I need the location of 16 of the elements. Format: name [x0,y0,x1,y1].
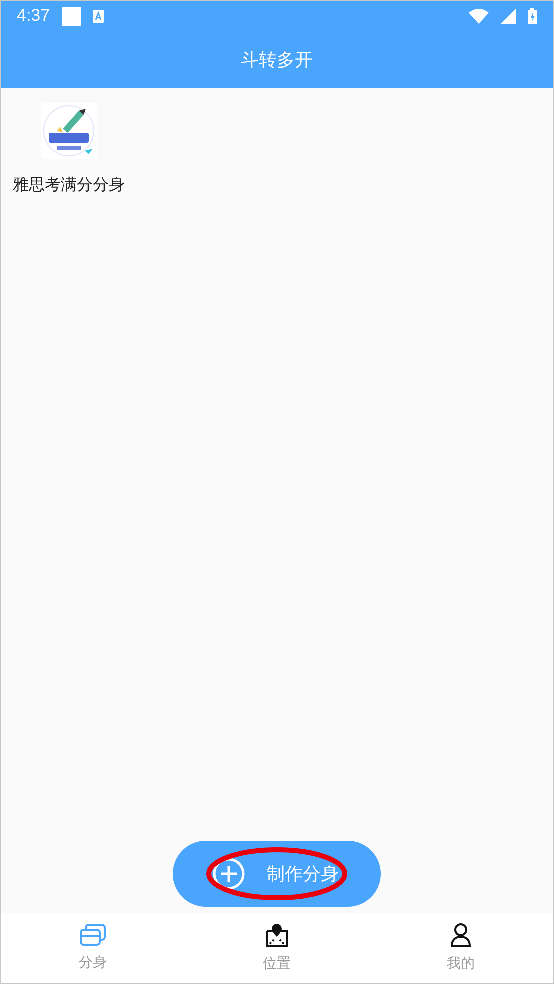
keyboard-icon [93,10,104,22]
square-icon [62,6,82,26]
nav-tab[interactable]: 我的 [369,913,553,983]
app-icon[interactable] [41,103,97,159]
app-label: 雅思考满分分身 [13,175,125,196]
person-icon [450,923,472,947]
signal-icon [501,8,516,24]
wifi-icon [469,8,489,24]
cards-icon [80,924,106,946]
map-pin-icon [265,923,289,947]
plus-circle-icon [213,858,245,890]
nav-tab[interactable]: 分身 [1,913,185,983]
app-title: 斗转多开 [241,48,313,72]
nav-tab[interactable]: 位置 [185,913,369,983]
status-time: 4:37 [17,6,50,26]
battery-icon [528,8,537,24]
